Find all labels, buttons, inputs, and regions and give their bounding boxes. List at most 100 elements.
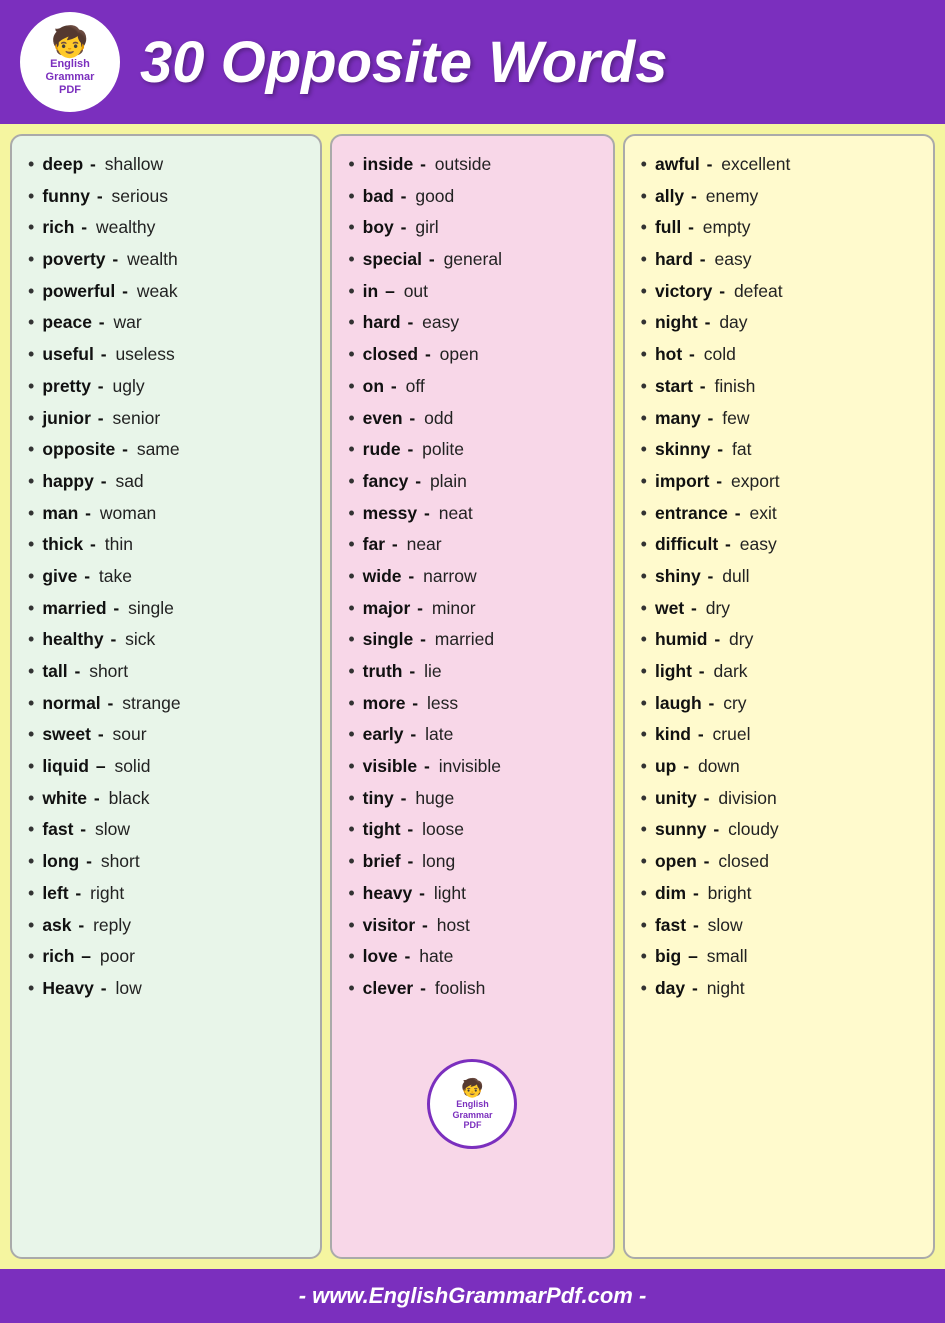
list-item: •inside - outside — [344, 150, 600, 180]
bullet-icon: • — [28, 689, 34, 719]
list-item: •humid - dry — [637, 625, 921, 655]
list-item: •love - hate — [344, 942, 600, 972]
bullet-icon: • — [28, 340, 34, 370]
bullet-icon: • — [348, 689, 354, 719]
bullet-icon: • — [28, 657, 34, 687]
list-item: •on - off — [344, 372, 600, 402]
list-item: •start - finish — [637, 372, 921, 402]
bullet-icon: • — [28, 911, 34, 941]
list-item: •junior - senior — [24, 404, 308, 434]
list-item: •closed - open — [344, 340, 600, 370]
list-item: •big – small — [637, 942, 921, 972]
bullet-icon: • — [28, 562, 34, 592]
list-item: •healthy - sick — [24, 625, 308, 655]
bullet-icon: • — [28, 815, 34, 845]
bullet-icon: • — [348, 467, 354, 497]
list-item: •poverty - wealth — [24, 245, 308, 275]
bullet-icon: • — [28, 594, 34, 624]
footer: - www.EnglishGrammarPdf.com - — [0, 1269, 945, 1323]
list-item: •peace - war — [24, 308, 308, 338]
bullet-icon: • — [348, 847, 354, 877]
bullet-icon: • — [348, 562, 354, 592]
bullet-icon: • — [641, 942, 647, 972]
list-item: •rude - polite — [344, 435, 600, 465]
bullet-icon: • — [348, 625, 354, 655]
bullet-icon: • — [348, 404, 354, 434]
bullet-icon: • — [641, 308, 647, 338]
list-item: •many - few — [637, 404, 921, 434]
bullet-icon: • — [641, 404, 647, 434]
bullet-icon: • — [641, 879, 647, 909]
bullet-icon: • — [28, 942, 34, 972]
bullet-icon: • — [348, 435, 354, 465]
bullet-icon: • — [348, 594, 354, 624]
bullet-icon: • — [28, 435, 34, 465]
list-item: •day - night — [637, 974, 921, 1004]
bullet-icon: • — [28, 625, 34, 655]
list-item: •give - take — [24, 562, 308, 592]
list-item: •thick - thin — [24, 530, 308, 560]
bullet-icon: • — [28, 720, 34, 750]
list-item: •bad - good — [344, 182, 600, 212]
watermark: 🧒 EnglishGrammar PDF — [427, 1059, 517, 1149]
list-item: •special - general — [344, 245, 600, 275]
list-item: •powerful - weak — [24, 277, 308, 307]
logo-icon: 🧒 — [51, 28, 88, 58]
list-item: •dim - bright — [637, 879, 921, 909]
bullet-icon: • — [641, 689, 647, 719]
logo: 🧒 EnglishGrammar PDF — [20, 12, 120, 112]
bullet-icon: • — [348, 530, 354, 560]
bullet-icon: • — [28, 499, 34, 529]
bullet-icon: • — [28, 182, 34, 212]
list-item: •up - down — [637, 752, 921, 782]
bullet-icon: • — [28, 372, 34, 402]
columns-area: •deep - shallow•funny - serious•rich - w… — [0, 124, 945, 1269]
list-item: •laugh - cry — [637, 689, 921, 719]
list-item: •visible - invisible — [344, 752, 600, 782]
list-item: •ally - enemy — [637, 182, 921, 212]
list-item: •opposite - same — [24, 435, 308, 465]
column-left: •deep - shallow•funny - serious•rich - w… — [10, 134, 322, 1259]
list-item: •early - late — [344, 720, 600, 750]
bullet-icon: • — [641, 435, 647, 465]
list-item: •boy - girl — [344, 213, 600, 243]
bullet-icon: • — [28, 150, 34, 180]
bullet-icon: • — [28, 404, 34, 434]
list-item: •liquid – solid — [24, 752, 308, 782]
list-item: •shiny - dull — [637, 562, 921, 592]
list-item: •sweet - sour — [24, 720, 308, 750]
bullet-icon: • — [641, 784, 647, 814]
list-item: •unity - division — [637, 784, 921, 814]
list-item: •funny - serious — [24, 182, 308, 212]
bullet-icon: • — [641, 720, 647, 750]
list-item: •useful - useless — [24, 340, 308, 370]
bullet-icon: • — [348, 657, 354, 687]
logo-pdf: PDF — [59, 84, 81, 96]
bullet-icon: • — [348, 879, 354, 909]
bullet-icon: • — [641, 657, 647, 687]
list-item: •full - empty — [637, 213, 921, 243]
bullet-icon: • — [641, 467, 647, 497]
bullet-icon: • — [348, 720, 354, 750]
bullet-icon: • — [641, 847, 647, 877]
list-item: •night - day — [637, 308, 921, 338]
bullet-icon: • — [641, 562, 647, 592]
bullet-icon: • — [348, 245, 354, 275]
bullet-icon: • — [28, 277, 34, 307]
list-item: •pretty - ugly — [24, 372, 308, 402]
list-item: •clever - foolish — [344, 974, 600, 1004]
bullet-icon: • — [641, 182, 647, 212]
list-item: •sunny - cloudy — [637, 815, 921, 845]
list-item: •in – out — [344, 277, 600, 307]
list-item: •import - export — [637, 467, 921, 497]
column-right: •awful - excellent•ally - enemy•full - e… — [623, 134, 935, 1259]
list-item: •skinny - fat — [637, 435, 921, 465]
bullet-icon: • — [641, 625, 647, 655]
page-title: 30 Opposite Words — [140, 29, 667, 96]
bullet-icon: • — [348, 815, 354, 845]
header: 🧒 EnglishGrammar PDF 30 Opposite Words — [0, 0, 945, 124]
bullet-icon: • — [348, 499, 354, 529]
bullet-icon: • — [641, 815, 647, 845]
bullet-icon: • — [348, 911, 354, 941]
list-item: •man - woman — [24, 499, 308, 529]
